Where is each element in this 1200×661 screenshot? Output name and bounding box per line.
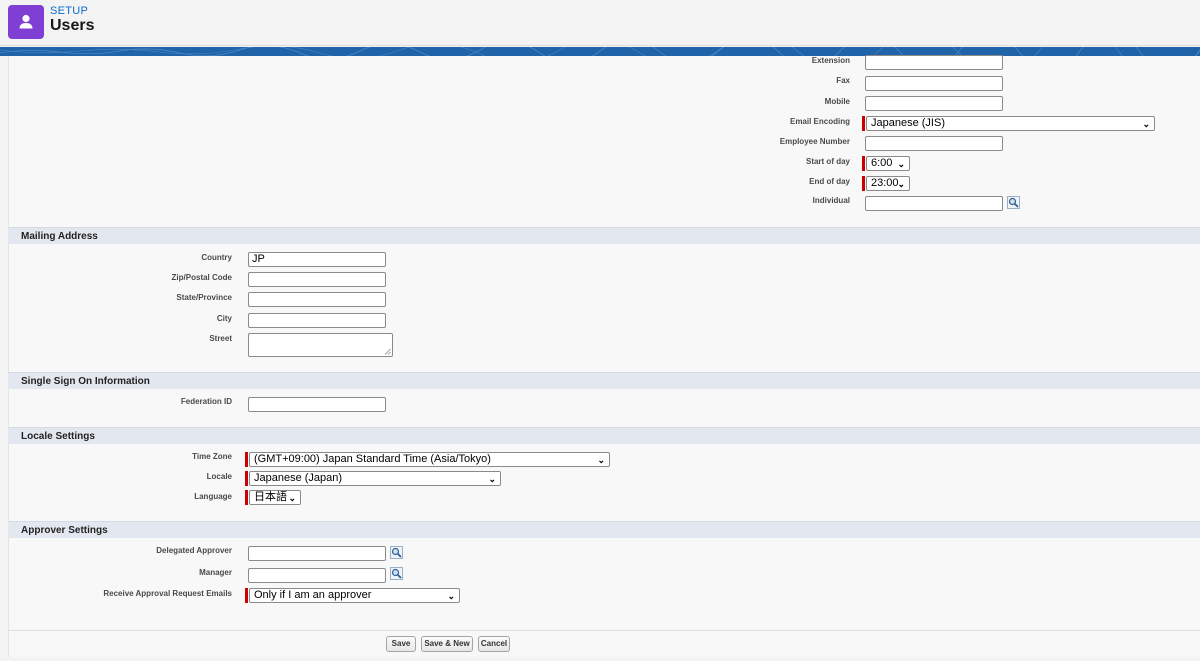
email-encoding-value: Japanese (JIS) [871,117,945,129]
section-title: Approver Settings [21,525,108,536]
chevron-down-icon: ⌄ [447,591,455,601]
city-field[interactable] [248,313,386,328]
manager-label: Manager [199,568,232,577]
user-edit-form [8,56,1200,657]
street-label: Street [209,334,232,343]
section-single-sign-on: Single Sign On Information [8,372,1200,389]
start-of-day-select[interactable]: 6:00 ⌄ [866,156,910,171]
required-marker [862,116,865,131]
email-encoding-label: Email Encoding [789,117,850,126]
fax-label: Fax [836,76,850,85]
end-of-day-value: 23:00 [871,177,899,189]
country-field[interactable]: JP [248,252,386,267]
time-zone-value: (GMT+09:00) Japan Standard Time (Asia/To… [254,453,491,465]
user-icon [8,5,44,39]
employee-number-field[interactable] [865,136,1003,151]
language-value: 日本語 [254,491,287,503]
section-title: Single Sign On Information [21,376,150,387]
page-title: Users [50,17,95,34]
header-banner [0,47,1200,56]
start-of-day-value: 6:00 [871,157,893,169]
chevron-down-icon: ⌄ [1142,119,1150,129]
receive-approval-select[interactable]: Only if I am an approver ⌄ [249,588,460,603]
zip-label: Zip/Postal Code [171,273,232,282]
individual-field[interactable] [865,196,1003,211]
end-of-day-label: End of day [809,177,850,186]
save-button[interactable]: Save [386,636,416,652]
delegated-approver-field[interactable] [248,546,386,561]
footer-divider [8,630,1200,631]
section-mailing-address: Mailing Address [8,227,1200,244]
lookup-icon[interactable] [1007,196,1020,209]
language-label: Language [194,492,232,501]
section-title: Locale Settings [21,431,95,442]
lookup-icon[interactable] [390,567,403,580]
locale-value: Japanese (Japan) [254,472,343,484]
mobile-label: Mobile [824,97,850,106]
page-header: SETUP Users [0,0,1200,46]
end-of-day-select[interactable]: 23:00 ⌄ [866,176,910,191]
section-title: Mailing Address [21,231,98,242]
required-marker [245,452,248,467]
required-marker [862,156,865,171]
country-label: Country [201,253,232,262]
delegated-approver-label: Delegated Approver [156,546,232,555]
state-field[interactable] [248,292,386,307]
section-locale-settings: Locale Settings [8,427,1200,444]
fax-field[interactable] [865,76,1003,91]
federation-id-label: Federation ID [180,397,232,406]
time-zone-select[interactable]: (GMT+09:00) Japan Standard Time (Asia/To… [249,452,610,467]
required-marker [245,588,248,603]
extension-field[interactable] [865,55,1003,70]
manager-field[interactable] [248,568,386,583]
federation-id-field[interactable] [248,397,386,412]
email-encoding-select[interactable]: Japanese (JIS) ⌄ [866,116,1155,131]
chevron-down-icon: ⌄ [288,493,296,503]
required-marker [245,490,248,505]
city-label: City [216,314,232,323]
street-textarea[interactable] [248,333,393,357]
receive-approval-value: Only if I am an approver [254,589,372,601]
required-marker [862,176,865,191]
state-label: State/Province [176,293,232,302]
receive-approval-label: Receive Approval Request Emails [103,589,232,598]
employee-number-label: Employee Number [779,137,850,146]
save-new-button[interactable]: Save & New [421,636,473,652]
lookup-icon[interactable] [390,546,403,559]
locale-label: Locale [206,472,232,481]
language-select[interactable]: 日本語 ⌄ [249,490,301,505]
resize-handle-icon[interactable] [384,348,391,355]
start-of-day-label: Start of day [805,157,850,166]
extension-label: Extension [811,56,850,65]
mobile-field[interactable] [865,96,1003,111]
required-marker [245,471,248,486]
time-zone-label: Time Zone [192,452,232,461]
individual-label: Individual [812,196,850,205]
setup-breadcrumb[interactable]: SETUP [50,5,88,17]
locale-select[interactable]: Japanese (Japan) ⌄ [249,471,501,486]
chevron-down-icon: ⌄ [897,179,905,189]
zip-field[interactable] [248,272,386,287]
chevron-down-icon: ⌄ [597,455,605,465]
chevron-down-icon: ⌄ [897,159,905,169]
section-approver-settings: Approver Settings [8,521,1200,538]
chevron-down-icon: ⌄ [488,474,496,484]
cancel-button[interactable]: Cancel [478,636,510,652]
